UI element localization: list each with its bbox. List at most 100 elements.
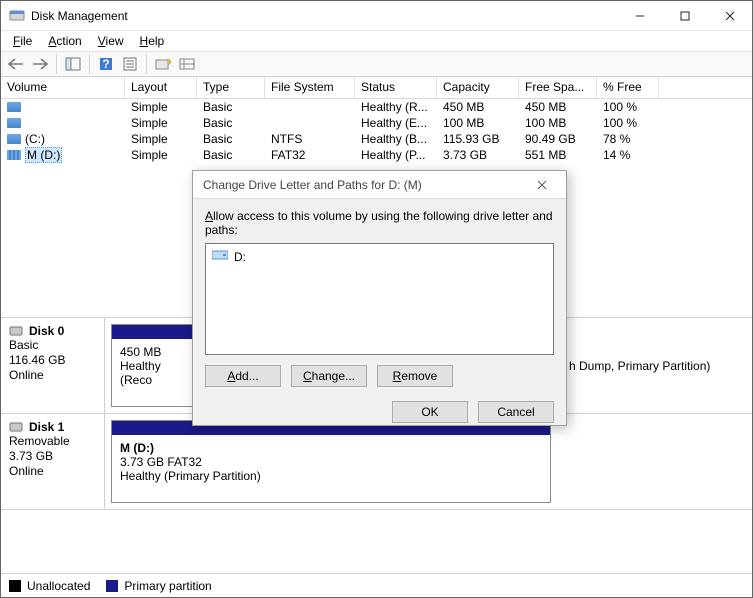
drive-paths-list[interactable]: D: (205, 243, 554, 355)
back-button[interactable] (5, 53, 27, 75)
forward-button[interactable] (29, 53, 51, 75)
partition-size: 3.73 GB FAT32 (120, 455, 542, 469)
cell-type: Basic (197, 116, 265, 130)
cell-status: Healthy (B... (355, 132, 437, 146)
cell-pctfree: 78 % (597, 132, 659, 146)
partition-label: M (D:) (120, 441, 542, 455)
table-row[interactable]: SimpleBasicHealthy (R...450 MB450 MB100 … (1, 99, 752, 115)
cell-filesystem: NTFS (265, 132, 355, 146)
col-freespace[interactable]: Free Spa... (519, 77, 597, 98)
disk0-name: Disk 0 (29, 324, 64, 338)
cell-freespace: 551 MB (519, 148, 597, 162)
col-capacity[interactable]: Capacity (437, 77, 519, 98)
volume-icon (7, 150, 21, 160)
volume-name: (C:) (25, 132, 45, 146)
cell-layout: Simple (125, 100, 197, 114)
change-drive-letter-dialog: Change Drive Letter and Paths for D: (M)… (192, 170, 567, 426)
cell-type: Basic (197, 148, 265, 162)
menubar: File Action View Help (1, 31, 752, 51)
partition-status: Healthy (Reco (120, 359, 190, 387)
table-row[interactable]: M (D:) SimpleBasicFAT32Healthy (P...3.73 … (1, 147, 752, 163)
remove-button[interactable]: Remove (377, 365, 453, 387)
cell-pctfree: 100 % (597, 100, 659, 114)
menu-view[interactable]: View (90, 32, 132, 50)
titlebar: Disk Management (1, 1, 752, 31)
disk0-partition-0[interactable]: 450 MB Healthy (Reco (111, 324, 199, 407)
cell-capacity: 3.73 GB (437, 148, 519, 162)
window-title: Disk Management (31, 9, 617, 23)
cell-capacity: 100 MB (437, 116, 519, 130)
disk0-info: Disk 0 Basic 116.46 GB Online (1, 318, 105, 413)
cell-freespace: 90.49 GB (519, 132, 597, 146)
col-layout[interactable]: Layout (125, 77, 197, 98)
cancel-button[interactable]: Cancel (478, 401, 554, 423)
dialog-titlebar: Change Drive Letter and Paths for D: (M) (193, 171, 566, 199)
toolbar-separator (89, 54, 90, 74)
cell-freespace: 450 MB (519, 100, 597, 114)
volume-icon (7, 134, 21, 144)
add-button[interactable]: Add... (205, 365, 281, 387)
disk1-size: 3.73 GB (9, 449, 96, 464)
cell-type: Basic (197, 100, 265, 114)
cell-capacity: 115.93 GB (437, 132, 519, 146)
toolbar: ? (1, 51, 752, 77)
cell-layout: Simple (125, 116, 197, 130)
settings-button[interactable] (176, 53, 198, 75)
cell-layout: Simple (125, 148, 197, 162)
menu-action[interactable]: Action (40, 32, 89, 50)
volume-name: M (D:) (25, 147, 62, 163)
disk0-status: Online (9, 368, 96, 383)
partition-status: Healthy (Primary Partition) (120, 469, 542, 483)
col-status[interactable]: Status (355, 77, 437, 98)
table-row[interactable]: SimpleBasicHealthy (E...100 MB100 MB100 … (1, 115, 752, 131)
cell-freespace: 100 MB (519, 116, 597, 130)
partition-size: 450 MB (120, 345, 190, 359)
cell-pctfree: 14 % (597, 148, 659, 162)
list-item[interactable]: D: (210, 248, 549, 265)
cell-status: Healthy (P... (355, 148, 437, 162)
legend: Unallocated Primary partition (1, 573, 752, 597)
cell-pctfree: 100 % (597, 116, 659, 130)
app-icon (9, 8, 25, 24)
toolbar-separator (56, 54, 57, 74)
cell-status: Healthy (E... (355, 116, 437, 130)
maximize-button[interactable] (662, 1, 707, 31)
column-headers: Volume Layout Type File System Status Ca… (1, 77, 752, 99)
minimize-button[interactable] (617, 1, 662, 31)
toolbar-separator (146, 54, 147, 74)
disk1-type: Removable (9, 434, 96, 449)
properties-button[interactable] (119, 53, 141, 75)
change-button[interactable]: Change... (291, 365, 367, 387)
legend-primary: Primary partition (106, 579, 211, 593)
table-row[interactable]: (C:) SimpleBasicNTFSHealthy (B...115.93 G… (1, 131, 752, 147)
menu-help[interactable]: Help (132, 32, 173, 50)
dialog-description: Allow access to this volume by using the… (205, 209, 554, 237)
disk0-size: 116.46 GB (9, 353, 96, 368)
show-hide-tree-button[interactable] (62, 53, 84, 75)
refresh-button[interactable] (152, 53, 174, 75)
ok-button[interactable]: OK (392, 401, 468, 423)
disk1-name: Disk 1 (29, 420, 64, 434)
col-pctfree[interactable]: % Free (597, 77, 659, 98)
cell-layout: Simple (125, 132, 197, 146)
cell-status: Healthy (R... (355, 100, 437, 114)
col-spacer (659, 77, 752, 98)
cell-capacity: 450 MB (437, 100, 519, 114)
drive-icon (212, 249, 228, 264)
volume-icon (7, 118, 21, 128)
col-filesystem[interactable]: File System (265, 77, 355, 98)
legend-unallocated: Unallocated (9, 579, 90, 593)
col-type[interactable]: Type (197, 77, 265, 98)
disk1-info: Disk 1 Removable 3.73 GB Online (1, 414, 105, 509)
menu-file[interactable]: File (5, 32, 40, 50)
cell-type: Basic (197, 132, 265, 146)
dialog-close-button[interactable] (528, 171, 556, 199)
col-volume[interactable]: Volume (1, 77, 125, 98)
disk1-status: Online (9, 464, 96, 479)
cell-filesystem: FAT32 (265, 148, 355, 162)
help-button[interactable]: ? (95, 53, 117, 75)
disk-management-window: Disk Management File Action View Help ? … (0, 0, 753, 598)
dialog-title: Change Drive Letter and Paths for D: (M) (203, 178, 422, 192)
svg-text:?: ? (102, 57, 109, 71)
close-button[interactable] (707, 1, 752, 31)
